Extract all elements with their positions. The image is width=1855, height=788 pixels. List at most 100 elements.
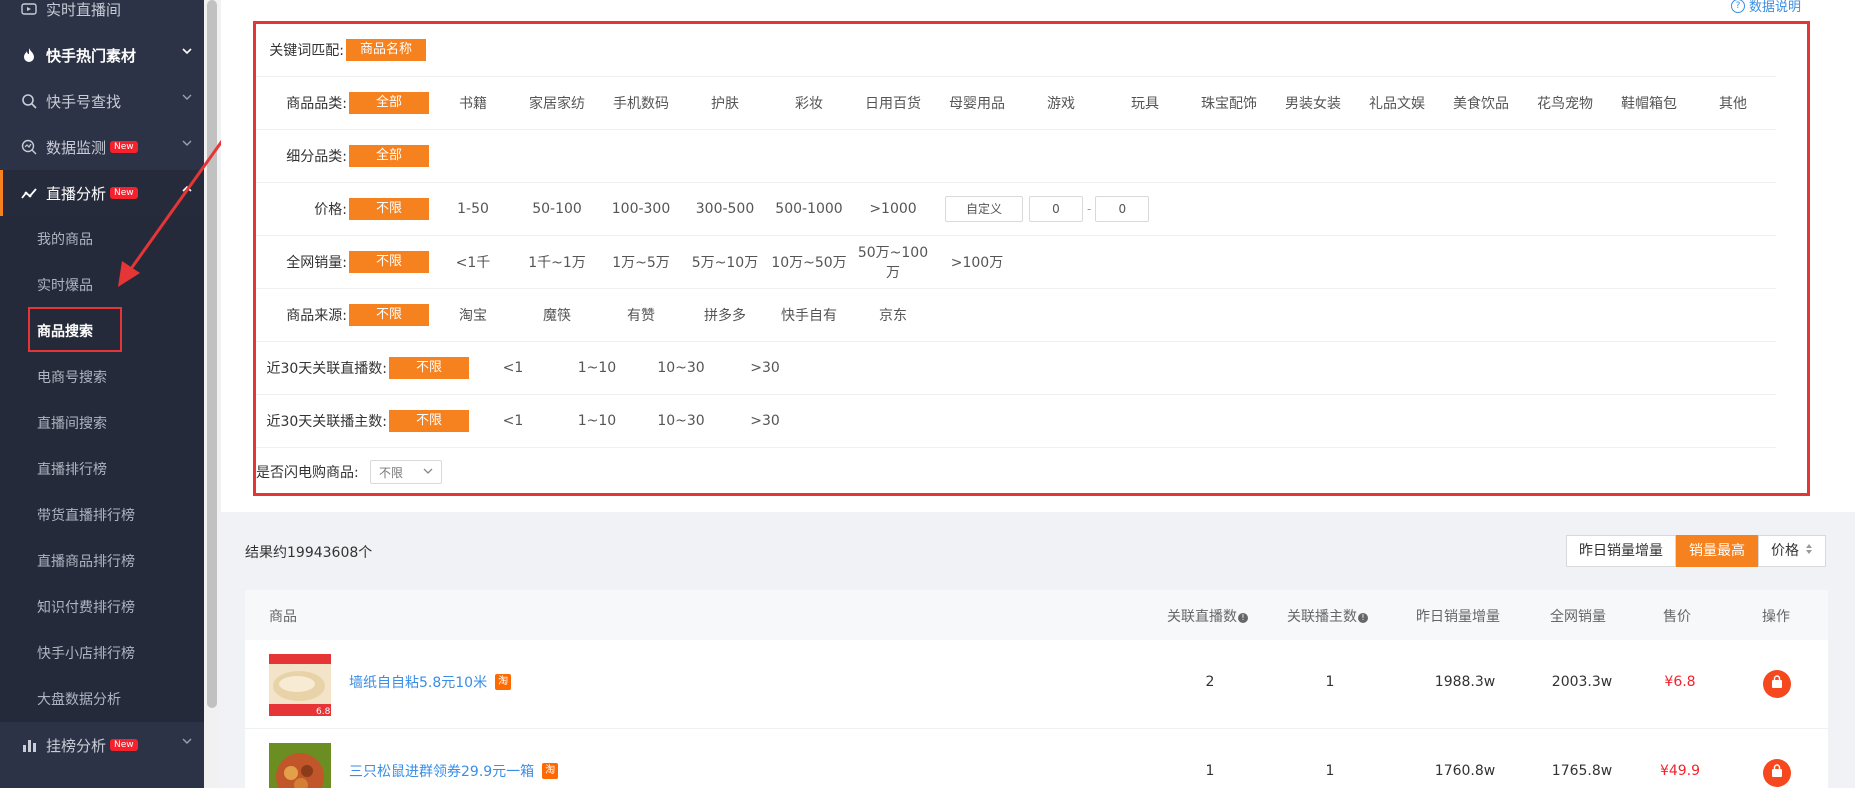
filter-option[interactable]: 其他 [1691, 93, 1775, 113]
sort-yesterday-sales-button[interactable]: 昨日销量增量 [1566, 535, 1676, 567]
sidebar-item-label: 数据监测 [46, 138, 107, 157]
filter-option[interactable]: 淘宝 [431, 305, 515, 325]
product-name-link[interactable]: 墙纸自自粘5.8元10米 淘 [349, 672, 512, 692]
sidebar-item-rank-analysis[interactable]: 挂榜分析 New [0, 722, 204, 768]
filter-option[interactable]: 不限 [389, 357, 469, 379]
price-max-input[interactable]: 0 [1095, 196, 1150, 222]
sidebar-subitem[interactable]: 大盘数据分析 [0, 676, 204, 722]
sidebar-subitem-label: 大盘数据分析 [37, 692, 121, 708]
column-header[interactable]: 关联直播数! [1167, 606, 1248, 626]
table-row: 6.8 墙纸自自粘5.8元10米 淘 2 1 1988.3w 2003.3w ¥… [245, 640, 1828, 729]
filter-option[interactable]: 10万~50万 [767, 252, 851, 272]
filter-option[interactable]: 不限 [349, 304, 429, 326]
sidebar-subitem-label: 快手小店排行榜 [37, 646, 135, 662]
sidebar-item-live-room[interactable]: 实时直播间 [0, 0, 204, 32]
filter-option[interactable]: 不限 [349, 251, 429, 273]
sidebar-subitem[interactable]: 电商号搜索 [0, 354, 204, 400]
filter-option[interactable]: >30 [723, 360, 807, 376]
filter-option[interactable]: 不限 [389, 410, 469, 432]
filter-label: 关键词匹配: [269, 43, 344, 59]
filter-option[interactable]: 1-50 [431, 201, 515, 217]
sidebar-subitem[interactable]: 知识付费排行榜 [0, 584, 204, 630]
sidebar-subitem[interactable]: 直播排行榜 [0, 446, 204, 492]
data-help-link[interactable]: ? 数据说明 [1730, 0, 1801, 15]
filter-option[interactable]: 100-300 [599, 201, 683, 217]
sidebar-item-more[interactable] [0, 768, 204, 788]
product-price: ¥6.8 [1664, 674, 1696, 690]
filter-option[interactable]: 1~10 [555, 413, 639, 429]
filter-option[interactable]: 50万~100万 [851, 242, 935, 282]
filter-option[interactable]: 书籍 [431, 93, 515, 113]
shopping-bag-button[interactable] [1763, 759, 1791, 787]
custom-price-button[interactable]: 自定义 [945, 196, 1023, 222]
filter-option[interactable]: 礼品文娱 [1355, 93, 1439, 113]
filter-option[interactable]: <1千 [431, 252, 515, 272]
scrollbar-thumb[interactable] [207, 0, 217, 708]
sidebar-subitem[interactable]: 直播商品排行榜 [0, 538, 204, 584]
filter-option[interactable]: 1~10 [555, 360, 639, 376]
chart-line-icon [20, 184, 38, 202]
filter-option[interactable]: 300-500 [683, 201, 767, 217]
filter-option[interactable]: 玩具 [1103, 93, 1187, 113]
chevron-down-icon [182, 736, 192, 749]
product-thumbnail[interactable] [269, 743, 331, 788]
filter-option[interactable]: 全部 [349, 92, 429, 114]
range-dash: - [1087, 202, 1092, 216]
sidebar-item-hot-material[interactable]: 快手热门素材 [0, 32, 204, 78]
filter-option[interactable]: 美食饮品 [1439, 93, 1523, 113]
shopping-bag-button[interactable] [1763, 670, 1791, 698]
shopping-bag-icon [1770, 675, 1784, 693]
filter-option[interactable]: 魔筷 [515, 305, 599, 325]
filter-option[interactable]: 彩妆 [767, 93, 851, 113]
filter-option[interactable]: <1 [471, 413, 555, 429]
product-table: 商品 关联直播数! 关联播主数! 昨日销量增量 全网销量 售价 操作 6.8 墙… [245, 590, 1828, 788]
column-header[interactable]: 关联播主数! [1287, 606, 1368, 626]
filter-option[interactable]: 不限 [349, 198, 429, 220]
price-min-input[interactable]: 0 [1029, 196, 1083, 222]
result-count: 结果约19943608个 [245, 545, 373, 561]
taobao-icon: 淘 [542, 763, 559, 779]
filter-option[interactable]: 日用百货 [851, 93, 935, 113]
filter-option[interactable]: >30 [723, 413, 807, 429]
filter-option[interactable]: >1000 [851, 201, 935, 217]
sidebar-subitem[interactable]: 直播间搜索 [0, 400, 204, 446]
product-name-link[interactable]: 三只松鼠进群领券29.9元一箱 淘 [349, 761, 559, 781]
filter-option[interactable]: 手机数码 [599, 93, 683, 113]
flash-select[interactable]: 不限 [370, 460, 442, 484]
filter-option[interactable]: 男装女装 [1271, 93, 1355, 113]
filter-option[interactable]: 10~30 [639, 413, 723, 429]
filter-option[interactable]: 游戏 [1019, 93, 1103, 113]
filter-option[interactable]: 1万~5万 [599, 252, 683, 272]
filter-option[interactable]: 全部 [349, 145, 429, 167]
filter-option[interactable]: 鞋帽箱包 [1607, 93, 1691, 113]
filter-option[interactable]: 500-1000 [767, 201, 851, 217]
filter-option[interactable]: 护肤 [683, 93, 767, 113]
anchor-count: 1 [1325, 763, 1335, 779]
filter-option[interactable]: 10~30 [639, 360, 723, 376]
column-header: 售价 [1663, 609, 1691, 625]
sidebar-subitem-label: 直播排行榜 [37, 462, 107, 478]
filter-option[interactable]: 1千~1万 [515, 252, 599, 272]
filter-option[interactable]: 商品名称 [346, 39, 426, 61]
info-icon: ! [1358, 613, 1368, 623]
sidebar-subitem[interactable]: 带货直播排行榜 [0, 492, 204, 538]
filter-option[interactable]: 5万~10万 [683, 252, 767, 272]
sort-price-button[interactable]: 价格 [1758, 535, 1826, 567]
filter-option[interactable]: 花鸟宠物 [1523, 93, 1607, 113]
filter-option[interactable]: 快手自有 [767, 305, 851, 325]
filter-option[interactable]: 珠宝配饰 [1187, 93, 1271, 113]
sort-top-sales-button[interactable]: 销量最高 [1676, 535, 1758, 567]
filter-option[interactable]: >100万 [935, 252, 1019, 272]
product-thumbnail[interactable]: 6.8 [269, 654, 331, 717]
filter-option[interactable]: 家居家纺 [515, 93, 599, 113]
sidebar-subitem-label: 我的商品 [37, 232, 93, 248]
filter-option[interactable]: 有赞 [599, 305, 683, 325]
filter-option[interactable]: 拼多多 [683, 305, 767, 325]
filter-option[interactable]: 50-100 [515, 201, 599, 217]
sidebar-subitem[interactable]: 快手小店排行榜 [0, 630, 204, 676]
table-row: 三只松鼠进群领券29.9元一箱 淘 1 1 1760.8w 1765.8w ¥4… [245, 729, 1828, 788]
filter-option[interactable]: <1 [471, 360, 555, 376]
filter-option[interactable]: 京东 [851, 305, 935, 325]
filter-option[interactable]: 母婴用品 [935, 93, 1019, 113]
sidebar-subitem-label: 直播间搜索 [37, 416, 107, 432]
